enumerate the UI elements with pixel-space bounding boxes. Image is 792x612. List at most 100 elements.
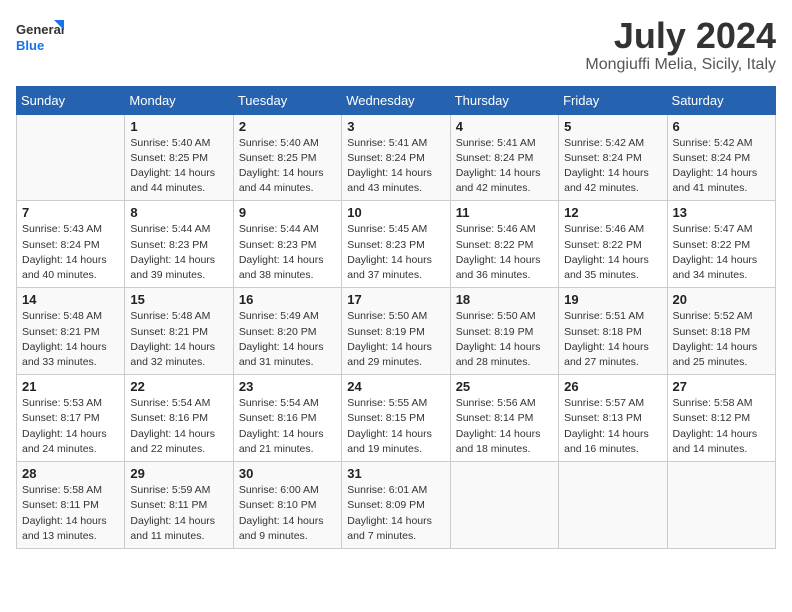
logo: General Blue [16,16,66,60]
day-info: Sunrise: 5:42 AMSunset: 8:24 PMDaylight:… [673,136,770,197]
day-number: 19 [564,292,661,307]
day-number: 20 [673,292,770,307]
day-info: Sunrise: 6:00 AMSunset: 8:10 PMDaylight:… [239,483,336,544]
calendar-table: Sunday Monday Tuesday Wednesday Thursday… [16,86,776,549]
col-tuesday: Tuesday [233,86,341,114]
week-row-4: 21 Sunrise: 5:53 AMSunset: 8:17 PMDaylig… [17,375,776,462]
day-info: Sunrise: 5:50 AMSunset: 8:19 PMDaylight:… [347,309,444,370]
day-info: Sunrise: 5:40 AMSunset: 8:25 PMDaylight:… [239,136,336,197]
header-row: Sunday Monday Tuesday Wednesday Thursday… [17,86,776,114]
logo-svg: General Blue [16,16,66,60]
day-number: 11 [456,205,553,220]
day-cell [450,462,558,549]
week-row-3: 14 Sunrise: 5:48 AMSunset: 8:21 PMDaylig… [17,288,776,375]
week-row-1: 1 Sunrise: 5:40 AMSunset: 8:25 PMDayligh… [17,114,776,201]
day-cell: 28 Sunrise: 5:58 AMSunset: 8:11 PMDaylig… [17,462,125,549]
page-header: General Blue July 2024 Mongiuffi Melia, … [16,16,776,74]
day-info: Sunrise: 5:48 AMSunset: 8:21 PMDaylight:… [130,309,227,370]
day-number: 8 [130,205,227,220]
day-cell: 5 Sunrise: 5:42 AMSunset: 8:24 PMDayligh… [559,114,667,201]
day-info: Sunrise: 5:47 AMSunset: 8:22 PMDaylight:… [673,222,770,283]
day-number: 21 [22,379,119,394]
day-info: Sunrise: 5:42 AMSunset: 8:24 PMDaylight:… [564,136,661,197]
day-cell: 21 Sunrise: 5:53 AMSunset: 8:17 PMDaylig… [17,375,125,462]
day-cell: 24 Sunrise: 5:55 AMSunset: 8:15 PMDaylig… [342,375,450,462]
day-cell: 16 Sunrise: 5:49 AMSunset: 8:20 PMDaylig… [233,288,341,375]
day-cell [17,114,125,201]
day-cell: 19 Sunrise: 5:51 AMSunset: 8:18 PMDaylig… [559,288,667,375]
day-cell [667,462,775,549]
day-info: Sunrise: 5:56 AMSunset: 8:14 PMDaylight:… [456,396,553,457]
day-cell: 25 Sunrise: 5:56 AMSunset: 8:14 PMDaylig… [450,375,558,462]
day-cell: 17 Sunrise: 5:50 AMSunset: 8:19 PMDaylig… [342,288,450,375]
day-number: 7 [22,205,119,220]
day-cell: 11 Sunrise: 5:46 AMSunset: 8:22 PMDaylig… [450,201,558,288]
day-number: 13 [673,205,770,220]
day-cell: 15 Sunrise: 5:48 AMSunset: 8:21 PMDaylig… [125,288,233,375]
day-number: 6 [673,119,770,134]
day-number: 17 [347,292,444,307]
day-cell: 23 Sunrise: 5:54 AMSunset: 8:16 PMDaylig… [233,375,341,462]
svg-text:General: General [16,22,64,37]
day-cell: 4 Sunrise: 5:41 AMSunset: 8:24 PMDayligh… [450,114,558,201]
week-row-2: 7 Sunrise: 5:43 AMSunset: 8:24 PMDayligh… [17,201,776,288]
day-cell [559,462,667,549]
day-cell: 8 Sunrise: 5:44 AMSunset: 8:23 PMDayligh… [125,201,233,288]
day-cell: 2 Sunrise: 5:40 AMSunset: 8:25 PMDayligh… [233,114,341,201]
day-cell: 9 Sunrise: 5:44 AMSunset: 8:23 PMDayligh… [233,201,341,288]
day-number: 30 [239,466,336,481]
day-info: Sunrise: 5:54 AMSunset: 8:16 PMDaylight:… [239,396,336,457]
day-number: 14 [22,292,119,307]
day-info: Sunrise: 5:51 AMSunset: 8:18 PMDaylight:… [564,309,661,370]
day-number: 24 [347,379,444,394]
day-info: Sunrise: 5:49 AMSunset: 8:20 PMDaylight:… [239,309,336,370]
day-cell: 10 Sunrise: 5:45 AMSunset: 8:23 PMDaylig… [342,201,450,288]
day-number: 22 [130,379,227,394]
day-info: Sunrise: 5:57 AMSunset: 8:13 PMDaylight:… [564,396,661,457]
day-info: Sunrise: 5:43 AMSunset: 8:24 PMDaylight:… [22,222,119,283]
day-info: Sunrise: 5:44 AMSunset: 8:23 PMDaylight:… [239,222,336,283]
day-number: 9 [239,205,336,220]
day-info: Sunrise: 5:40 AMSunset: 8:25 PMDaylight:… [130,136,227,197]
title-block: July 2024 Mongiuffi Melia, Sicily, Italy [585,16,776,74]
month-title: July 2024 [585,16,776,56]
day-cell: 14 Sunrise: 5:48 AMSunset: 8:21 PMDaylig… [17,288,125,375]
col-friday: Friday [559,86,667,114]
day-number: 26 [564,379,661,394]
svg-text:Blue: Blue [16,38,44,53]
day-cell: 1 Sunrise: 5:40 AMSunset: 8:25 PMDayligh… [125,114,233,201]
day-info: Sunrise: 5:44 AMSunset: 8:23 PMDaylight:… [130,222,227,283]
day-info: Sunrise: 5:55 AMSunset: 8:15 PMDaylight:… [347,396,444,457]
col-sunday: Sunday [17,86,125,114]
day-info: Sunrise: 5:50 AMSunset: 8:19 PMDaylight:… [456,309,553,370]
col-monday: Monday [125,86,233,114]
day-number: 23 [239,379,336,394]
day-cell: 26 Sunrise: 5:57 AMSunset: 8:13 PMDaylig… [559,375,667,462]
day-cell: 7 Sunrise: 5:43 AMSunset: 8:24 PMDayligh… [17,201,125,288]
day-number: 18 [456,292,553,307]
col-wednesday: Wednesday [342,86,450,114]
day-number: 12 [564,205,661,220]
day-number: 15 [130,292,227,307]
col-thursday: Thursday [450,86,558,114]
col-saturday: Saturday [667,86,775,114]
day-info: Sunrise: 5:58 AMSunset: 8:12 PMDaylight:… [673,396,770,457]
day-info: Sunrise: 5:48 AMSunset: 8:21 PMDaylight:… [22,309,119,370]
day-number: 4 [456,119,553,134]
day-info: Sunrise: 5:41 AMSunset: 8:24 PMDaylight:… [347,136,444,197]
day-number: 10 [347,205,444,220]
day-cell: 20 Sunrise: 5:52 AMSunset: 8:18 PMDaylig… [667,288,775,375]
day-cell: 30 Sunrise: 6:00 AMSunset: 8:10 PMDaylig… [233,462,341,549]
day-info: Sunrise: 5:46 AMSunset: 8:22 PMDaylight:… [456,222,553,283]
day-number: 3 [347,119,444,134]
day-number: 5 [564,119,661,134]
day-number: 28 [22,466,119,481]
day-info: Sunrise: 5:45 AMSunset: 8:23 PMDaylight:… [347,222,444,283]
day-info: Sunrise: 5:46 AMSunset: 8:22 PMDaylight:… [564,222,661,283]
day-number: 29 [130,466,227,481]
day-cell: 13 Sunrise: 5:47 AMSunset: 8:22 PMDaylig… [667,201,775,288]
day-info: Sunrise: 5:53 AMSunset: 8:17 PMDaylight:… [22,396,119,457]
day-cell: 31 Sunrise: 6:01 AMSunset: 8:09 PMDaylig… [342,462,450,549]
day-info: Sunrise: 5:59 AMSunset: 8:11 PMDaylight:… [130,483,227,544]
day-info: Sunrise: 5:54 AMSunset: 8:16 PMDaylight:… [130,396,227,457]
